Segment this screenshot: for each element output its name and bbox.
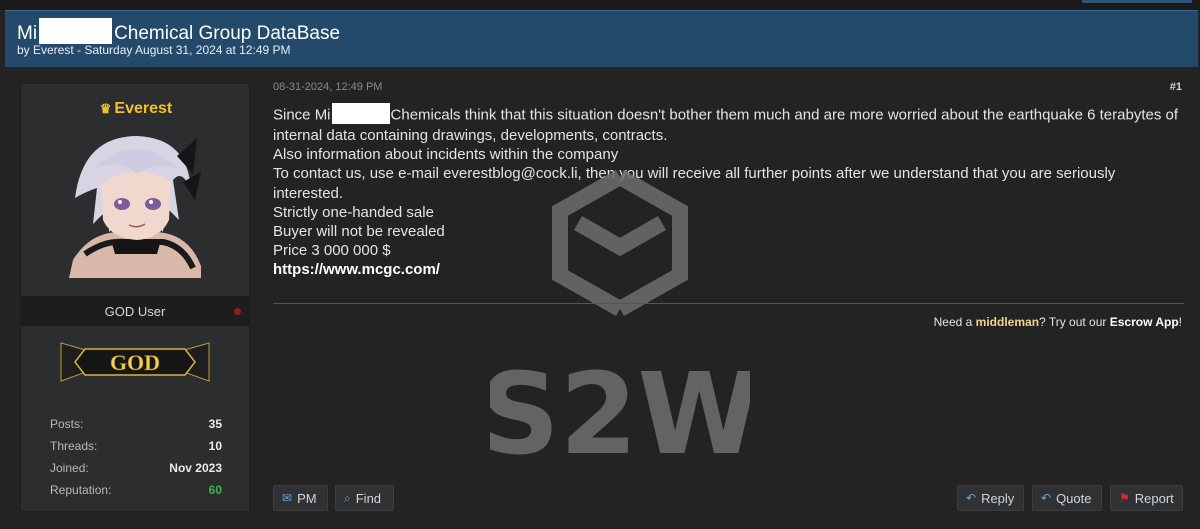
quote-arrows-icon: ↶ [1041,491,1052,505]
crown-icon: ♛ [99,101,112,116]
thread-title-end: Chemical Group DataBase [114,23,341,45]
escrow-app-link[interactable]: Escrow App [1110,315,1179,329]
pm-button[interactable]: ✉ PM [273,485,328,511]
search-icon: ⌕ [344,490,351,505]
post-line: To contact us, use e-mail everestblog@co… [273,165,1116,202]
envelope-icon: ✉ [282,491,293,505]
watermark-text: S2W [490,350,750,463]
stat-row-threads: Threads: 10 [50,436,222,458]
post-divider [273,303,1184,304]
quote-button[interactable]: ↶ Quote [1032,485,1102,511]
stat-row-joined: Joined: Nov 2023 [50,458,222,480]
post-line: Also information about incidents within … [273,146,619,164]
username-text: Everest [114,100,173,117]
rank-title: GOD User [104,304,166,319]
report-label: Report [1134,490,1174,506]
post-text: Since Mi [273,106,331,124]
find-button[interactable]: ⌕ Find [335,485,394,511]
user-panel: ♛ Everest GOD User GOD Posts: 35 Threads… [20,83,250,512]
god-rank-badge: GOD [60,342,210,382]
stat-label: Threads: [50,439,98,453]
post-line: Since Mi Chemicals think that this situat… [273,103,1185,145]
post-link[interactable]: https://www.mcgc.com/ [273,260,1185,279]
stat-label: Posts: [50,417,84,431]
post-date: 08-31-2024, 12:49 PM [273,81,383,93]
stat-row-reputation: Reputation: 60 [50,480,222,502]
rank-badge-text: GOD [110,350,160,375]
stat-row-posts: Posts: 35 [50,414,222,436]
offline-status-icon [234,308,241,315]
stat-label: Reputation: [50,483,112,497]
rank-bar: GOD User [21,296,249,326]
pm-label: PM [297,490,317,506]
post-number-link[interactable]: #1 [1170,81,1182,93]
stat-value: 10 [208,439,222,453]
reply-button[interactable]: ↶ Reply [957,485,1024,511]
reputation-value[interactable]: 60 [209,483,222,497]
escrow-text: Need a [933,315,973,329]
reply-arrow-icon: ↶ [966,491,977,505]
post-text: Chemicals think that this situation does… [273,106,1179,144]
post: ♛ Everest GOD User GOD Posts: 35 Threads… [0,67,1200,529]
redaction-box [39,18,113,44]
escrow-text: ! [1178,315,1182,329]
stat-value: 35 [208,417,222,431]
flag-icon: ⚑ [1119,491,1130,505]
post-line: Buyer will not be revealed [273,223,445,241]
top-tab [1082,0,1192,3]
post-line: Strictly one-handed sale [273,203,434,221]
thread-title-start: Mi [17,23,38,45]
user-stats: Posts: 35 Threads: 10 Joined: Nov 2023 R… [50,414,222,502]
report-button[interactable]: ⚑ Report [1110,485,1183,511]
thread-byline: by Everest - Saturday August 31, 2024 at… [17,43,291,57]
post-line: Price 3 000 000 $ [273,242,391,260]
reply-label: Reply [981,490,1015,506]
escrow-notice: Need a middleman? Try out our Escrow App… [934,315,1182,329]
post-body: Since Mi Chemicals think that this situat… [273,103,1185,280]
redaction-box [331,103,390,124]
find-label: Find [355,490,382,506]
username-link[interactable]: ♛ Everest [21,100,251,118]
middleman-link[interactable]: middleman [976,315,1039,329]
quote-label: Quote [1056,490,1092,506]
escrow-text: ? Try out our [1039,315,1107,329]
avatar[interactable] [65,128,205,278]
thread-header: Mi Chemical Group DataBase by Everest - S… [5,10,1198,67]
stat-label: Joined: [50,461,89,475]
stat-value: Nov 2023 [169,461,222,475]
top-strip [0,0,1200,10]
